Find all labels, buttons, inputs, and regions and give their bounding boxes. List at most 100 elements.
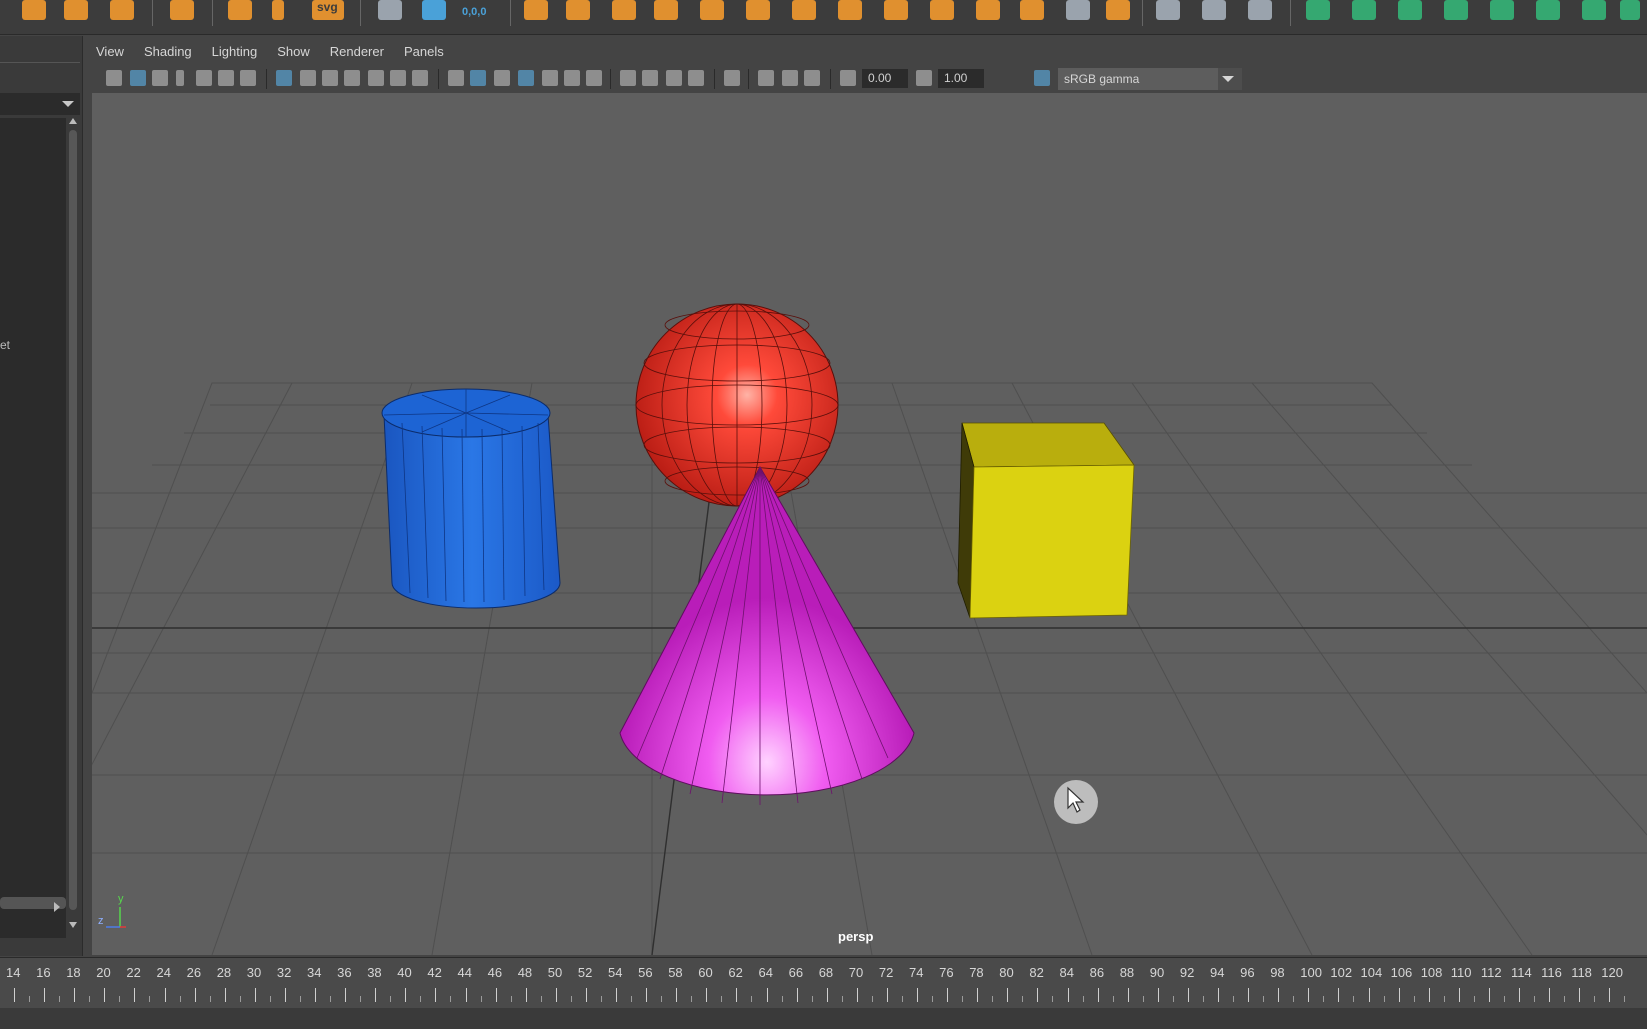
timeline-major-tick	[1187, 988, 1189, 1002]
sweep-mesh-icon[interactable]	[228, 0, 252, 20]
bevel-icon[interactable]	[930, 0, 954, 20]
camera-name-label: persp	[838, 929, 874, 944]
gamma-field[interactable]: 1.00	[938, 69, 984, 88]
cut-uv-icon[interactable]	[1620, 0, 1640, 20]
quad-draw-icon[interactable]	[1248, 0, 1272, 20]
extrude-icon[interactable]	[838, 0, 862, 20]
menu-view[interactable]: View	[86, 40, 134, 64]
scroll-down-icon[interactable]	[69, 922, 77, 928]
exposure-field[interactable]: 0.00	[862, 69, 908, 88]
motion-blur-icon[interactable]	[642, 70, 658, 86]
safe-title-icon[interactable]	[412, 70, 428, 86]
poly-cylinder-icon[interactable]	[110, 0, 134, 20]
gamma-icon[interactable]	[916, 70, 932, 86]
textured-icon[interactable]	[542, 70, 558, 86]
timeline-tick-label: 58	[668, 965, 683, 980]
poly-sphere-icon[interactable]	[22, 0, 46, 20]
unfold-icon[interactable]	[1536, 0, 1560, 20]
auto-map-icon[interactable]	[1490, 0, 1514, 20]
exposure-icon[interactable]	[840, 70, 856, 86]
isolate-select-icon[interactable]	[724, 70, 740, 86]
menu-renderer[interactable]: Renderer	[320, 40, 394, 64]
camera-lock-icon[interactable]	[152, 70, 168, 86]
target-weld-icon[interactable]	[1202, 0, 1226, 20]
list-item[interactable]: et	[0, 338, 10, 352]
gate-mask-icon[interactable]	[344, 70, 360, 86]
timeline-major-tick	[164, 988, 166, 1002]
type-tool-icon[interactable]	[272, 0, 284, 20]
timeline-major-tick	[1127, 988, 1129, 1002]
menu-panels[interactable]: Panels	[394, 40, 454, 64]
field-chart-icon[interactable]	[368, 70, 384, 86]
menu-lighting[interactable]: Lighting	[202, 40, 268, 64]
smooth-icon[interactable]	[700, 0, 724, 20]
cylindrical-map-icon[interactable]	[1398, 0, 1422, 20]
timeline-tick-label: 106	[1390, 965, 1413, 980]
two-d-pan-zoom-icon[interactable]	[218, 70, 234, 86]
outliner-vertical-scrollbar[interactable]	[67, 118, 79, 928]
timeline-tick-label: 116	[1541, 965, 1562, 980]
timeline-minor-tick	[1443, 996, 1445, 1002]
xray-joints-icon[interactable]	[804, 70, 820, 86]
use-all-lights-icon[interactable]	[564, 70, 580, 86]
timeline-major-tick	[826, 988, 828, 1002]
uv-editor-icon[interactable]	[1306, 0, 1330, 20]
range-slider-strip[interactable]	[0, 1008, 1647, 1029]
color-management-toggle-icon[interactable]	[1034, 70, 1050, 86]
timeline-tick-label: 24	[156, 965, 171, 980]
bridge-icon[interactable]	[884, 0, 908, 20]
depth-of-field-icon[interactable]	[688, 70, 704, 86]
transform-settings-icon[interactable]	[422, 0, 446, 20]
menu-show[interactable]: Show	[267, 40, 320, 64]
resolution-gate-icon[interactable]	[322, 70, 338, 86]
append-icon[interactable]	[1020, 0, 1044, 20]
timeline-minor-tick	[119, 996, 121, 1002]
smooth-shade-icon[interactable]	[470, 70, 486, 86]
safe-action-icon[interactable]	[390, 70, 406, 86]
wireframe-icon[interactable]	[448, 70, 464, 86]
combine-icon[interactable]	[524, 0, 548, 20]
timeline-minor-tick	[901, 996, 903, 1002]
reduce-icon[interactable]	[746, 0, 770, 20]
extract-icon[interactable]	[612, 0, 636, 20]
mirror-icon[interactable]	[792, 0, 816, 20]
scroll-right-icon[interactable]	[54, 902, 60, 912]
timeline-tick-label: 26	[186, 965, 202, 980]
bool-union-icon[interactable]	[976, 0, 1000, 20]
spherical-map-icon[interactable]	[1444, 0, 1468, 20]
timeline-tick-label: 78	[969, 965, 984, 980]
poly-platonic-icon[interactable]	[170, 0, 194, 20]
wireframe-on-shaded-icon[interactable]	[518, 70, 534, 86]
bookmark-icon[interactable]	[176, 70, 184, 86]
xray-icon[interactable]	[758, 70, 774, 86]
image-plane-icon[interactable]	[196, 70, 212, 86]
separate-icon[interactable]	[566, 0, 590, 20]
camera-attributes-icon[interactable]	[130, 70, 146, 86]
menu-shading[interactable]: Shading	[134, 40, 202, 64]
insert-edgeloop-icon[interactable]	[1106, 0, 1130, 20]
ambient-occlusion-icon[interactable]	[620, 70, 636, 86]
anti-aliasing-icon[interactable]	[666, 70, 682, 86]
film-gate-icon[interactable]	[300, 70, 316, 86]
default-material-icon[interactable]	[494, 70, 510, 86]
boolean-icon[interactable]	[654, 0, 678, 20]
grease-pencil-icon[interactable]	[240, 70, 256, 86]
view-transform-dropdown[interactable]: sRGB gamma	[1058, 68, 1242, 90]
outliner-filter-dropdown[interactable]	[0, 93, 80, 115]
select-camera-icon[interactable]	[106, 70, 122, 86]
layout-uv-icon[interactable]	[1582, 0, 1606, 20]
xray-active-components-icon[interactable]	[782, 70, 798, 86]
outliner-list[interactable]: et	[0, 118, 66, 938]
time-slider[interactable]: 14 16 18 20 22 24 26 28 30 32 34 36 38 40 42 44 46 48 50 52…	[0, 957, 1647, 1008]
grid-icon[interactable]	[276, 70, 292, 86]
poly-cube-icon[interactable]	[64, 0, 88, 20]
shadows-icon[interactable]	[586, 70, 602, 86]
multi-cut-icon[interactable]	[1156, 0, 1180, 20]
fill-hole-icon[interactable]	[1066, 0, 1090, 20]
planar-map-icon[interactable]	[1352, 0, 1376, 20]
scroll-thumb[interactable]	[69, 130, 77, 910]
camera-search-icon[interactable]	[378, 0, 402, 20]
viewport-3d[interactable]: y z persp	[92, 93, 1647, 955]
timeline-major-tick	[254, 988, 256, 1002]
scroll-up-icon[interactable]	[69, 118, 77, 124]
